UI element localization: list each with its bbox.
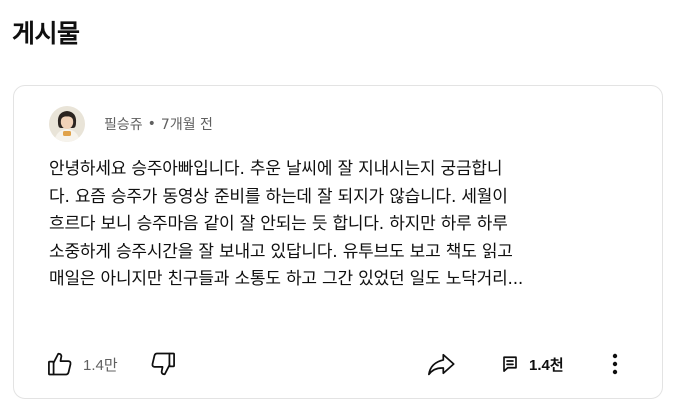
post-card: 필승쥬 • 7개월 전 안녕하세요 승주아빠입니다. 추운 날씨에 잘 지내시는…	[13, 85, 663, 399]
comment-icon	[501, 355, 519, 373]
share-button[interactable]	[426, 344, 456, 384]
post-text-line: 다. 요즘 승주가 동영상 준비를 하는데 잘 되지가 않습니다. 세월이	[49, 186, 508, 207]
like-count: 1.4만	[83, 356, 118, 374]
thumbs-up-icon	[46, 350, 74, 378]
post-text-line: 매일은 아니지만 친구들과 소통도 하고 그간 있었던 일도 노닥거리...	[49, 269, 524, 289]
more-vertical-icon	[612, 352, 618, 376]
post-text-line: 흐르다 보니 승주마음 같이 잘 안되는 듯 합니다. 하지만 하루 하루	[49, 214, 508, 234]
author-avatar[interactable]	[49, 106, 85, 142]
post-time[interactable]: 7개월 전	[161, 114, 213, 134]
comment-count: 1.4천	[529, 356, 564, 374]
section-title: 게시물	[12, 19, 80, 48]
more-actions-button[interactable]	[604, 344, 626, 384]
action-bar: 1.4만 1.4천	[34, 344, 642, 384]
author-meta: 필승쥬 • 7개월 전	[104, 114, 213, 134]
author-row: 필승쥬 • 7개월 전	[49, 105, 213, 143]
share-arrow-icon	[426, 350, 456, 378]
post-text-line: 안녕하세요 승주아빠입니다. 추운 날씨에 잘 지내시는지 궁금합니	[49, 159, 503, 179]
thumbs-down-icon	[149, 350, 177, 378]
meta-separator: •	[147, 116, 156, 132]
post-text-line: 소중하게 승주시간을 잘 보내고 있답니다. 유투브도 보고 책도 읽고	[49, 241, 513, 262]
post-text: 안녕하세요 승주아빠입니다. 추운 날씨에 잘 지내시는지 궁금합니 다. 요즘…	[49, 156, 639, 294]
comments-button[interactable]: 1.4천	[501, 344, 564, 384]
dislike-button[interactable]	[149, 344, 177, 384]
author-name[interactable]: 필승쥬	[104, 114, 143, 134]
like-button[interactable]: 1.4만	[46, 344, 118, 384]
